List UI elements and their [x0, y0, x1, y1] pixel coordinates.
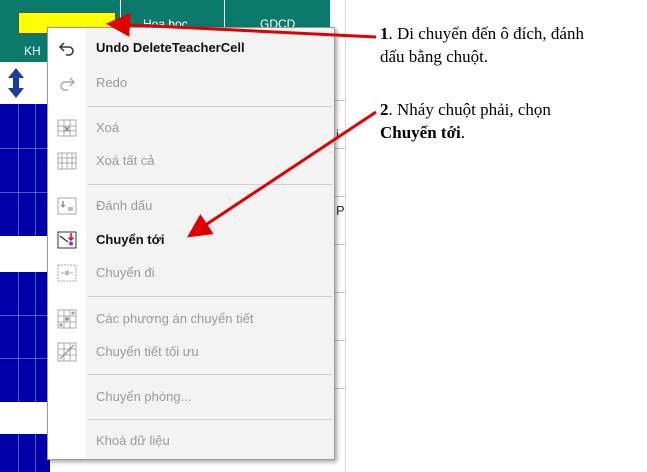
menu-separator: [88, 296, 332, 297]
annotation-text: . Di chuyển đến ô đích, đánh: [388, 24, 584, 43]
menu-item-label: Xoá: [96, 120, 120, 135]
annotation-text: . Nháy chuột phải, chọn: [388, 100, 551, 119]
filled-cell-block[interactable]: [0, 434, 50, 472]
menu-item-label: Chuyển đi: [96, 265, 155, 280]
menu-separator: [88, 374, 332, 375]
menu-separator: [88, 184, 332, 185]
menu-item-xoa-tat-ca[interactable]: Xoá tất cả: [48, 149, 334, 173]
edge-char: P: [336, 203, 345, 218]
menu-item-xoa[interactable]: Xoá: [48, 116, 334, 140]
edge-char: i: [336, 127, 339, 142]
menu-item-cac-phuong-an[interactable]: Các phương án chuyển tiết: [48, 307, 334, 331]
filled-cell-block[interactable]: [0, 272, 50, 402]
menu-item-label: Chuyển tiết tối ưu: [96, 344, 199, 359]
step-number: 2: [380, 100, 389, 119]
menu-item-khoa-du-lieu[interactable]: Khoá dữ liệu: [48, 429, 334, 453]
undo-icon: [58, 42, 74, 56]
resize-updown-icon[interactable]: [7, 68, 25, 98]
grid-delete-icon: [57, 119, 77, 137]
redo-icon: [60, 77, 76, 91]
options-grid-icon: [57, 309, 77, 329]
menu-item-label: Chuyển tới: [96, 232, 165, 247]
annotation-step-1: 1. Di chuyển đến ô đích, đánh dấu bằng c…: [380, 22, 584, 68]
move-away-icon: [57, 264, 77, 282]
menu-item-redo[interactable]: Redo: [48, 71, 334, 95]
filled-cell-block[interactable]: [0, 104, 50, 236]
grid-delete-all-icon: [57, 152, 77, 170]
menu-item-danh-dau[interactable]: Đánh dấu: [48, 194, 334, 218]
menu-item-chuyen-toi[interactable]: Chuyển tới: [48, 228, 334, 252]
row-label: KH: [24, 44, 41, 58]
move-to-icon: [57, 231, 77, 249]
menu-item-undo[interactable]: Undo DeleteTeacherCell: [48, 36, 334, 60]
menu-item-chuyen-phong[interactable]: Chuyển phòng...: [48, 385, 334, 409]
context-menu: Undo DeleteTeacherCell Redo Xoá Xoá tất …: [47, 27, 335, 460]
annotation-text: dấu bằng chuột.: [380, 47, 489, 66]
menu-item-label: Các phương án chuyển tiết: [96, 311, 254, 326]
step-number: 1: [380, 24, 389, 43]
menu-item-label: Khoá dữ liệu: [96, 433, 170, 448]
menu-item-label: Redo: [96, 75, 128, 90]
annotation-bold-text: Chuyển tới: [380, 123, 461, 142]
menu-item-label: Xoá tất cả: [96, 153, 155, 168]
menu-item-chuyen-tiet-toi-uu[interactable]: Chuyển tiết tối ưu: [48, 340, 334, 364]
mark-icon: [57, 197, 77, 215]
menu-item-label: Undo DeleteTeacherCell: [96, 40, 245, 55]
annotation-text: .: [460, 123, 465, 142]
menu-item-label: Đánh dấu: [96, 198, 153, 213]
menu-separator: [88, 419, 332, 420]
left-grid-column: [0, 62, 50, 472]
menu-separator: [88, 106, 332, 107]
optimize-icon: [57, 342, 77, 362]
menu-item-label: Chuyển phòng...: [96, 389, 192, 404]
annotation-step-2: 2. Nháy chuột phải, chọn Chuyển tới.: [380, 98, 551, 144]
menu-item-chuyen-di[interactable]: Chuyển đi: [48, 261, 334, 285]
